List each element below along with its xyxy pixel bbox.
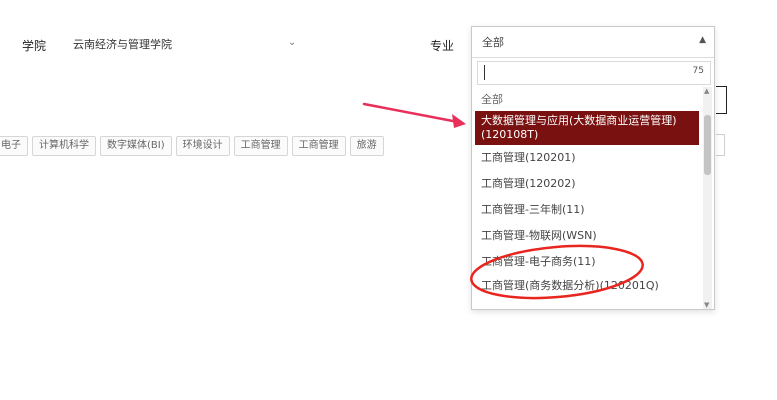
annotation-overlay [362,102,644,300]
red-arrow-annotation [362,102,466,128]
red-circle-annotation [470,244,644,300]
